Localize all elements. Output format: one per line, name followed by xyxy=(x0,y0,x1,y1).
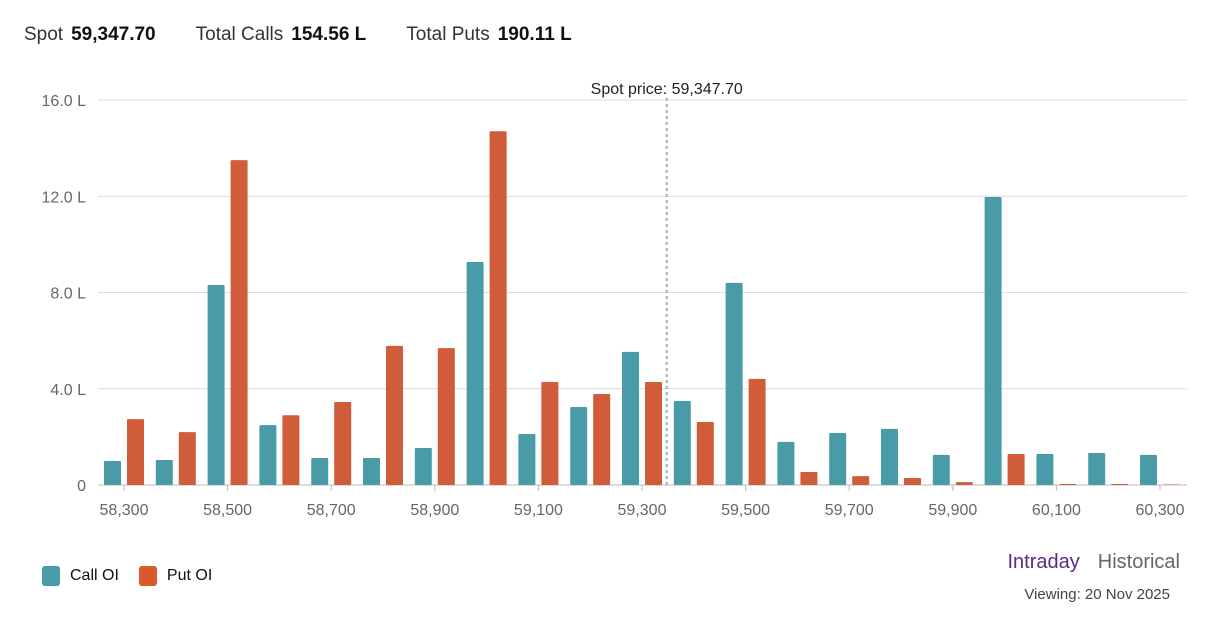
put-bar xyxy=(334,401,352,485)
call-bar xyxy=(363,458,380,485)
call-bar xyxy=(777,441,795,485)
legend-put[interactable]: Put OI xyxy=(138,566,213,586)
x-tick-label: 59,900 xyxy=(928,502,977,519)
put-bar xyxy=(230,160,248,485)
put-bar xyxy=(748,378,766,485)
put-bar xyxy=(1111,484,1129,485)
put-bar xyxy=(127,419,144,485)
call-bar xyxy=(932,454,950,485)
call-swatch xyxy=(42,566,60,586)
put-bar xyxy=(904,478,921,485)
call-bar xyxy=(881,428,898,485)
call-bar xyxy=(518,433,536,485)
call-bar xyxy=(104,460,121,485)
put-bar xyxy=(696,421,714,485)
put-bar xyxy=(645,382,662,485)
put-bar xyxy=(1059,484,1077,485)
call-bar xyxy=(1140,454,1157,485)
call-bar xyxy=(725,282,743,485)
call-bar xyxy=(1036,453,1054,485)
x-tick-label: 59,100 xyxy=(514,502,563,519)
put-bar xyxy=(852,476,870,485)
call-bar xyxy=(311,458,329,485)
x-tick-label: 58,900 xyxy=(410,502,459,519)
put-bar xyxy=(800,472,818,485)
put-bar xyxy=(386,345,403,485)
call-bar xyxy=(466,261,484,485)
call-bar xyxy=(1088,452,1106,485)
call-bar xyxy=(622,351,639,485)
x-tick-label: 59,300 xyxy=(618,502,667,519)
x-tick-label: 60,300 xyxy=(1136,502,1185,519)
put-bar xyxy=(437,348,455,485)
put-bar xyxy=(489,131,507,485)
y-tick-label: 16.0 L xyxy=(42,93,87,110)
mode-toggle: Intraday Historical xyxy=(989,551,1180,574)
put-bar xyxy=(955,482,973,485)
x-tick-label: 59,700 xyxy=(825,502,874,519)
y-tick-label: 4.0 L xyxy=(50,382,86,399)
legend-call-label: Call OI xyxy=(70,567,119,585)
put-bar xyxy=(593,394,611,485)
x-tick-label: 58,700 xyxy=(307,502,356,519)
put-bar xyxy=(541,382,559,485)
legend-call[interactable]: Call OI xyxy=(42,566,119,586)
put-swatch xyxy=(138,566,157,586)
call-bar xyxy=(570,407,588,485)
x-tick-label: 60,100 xyxy=(1032,502,1081,519)
viewing-date: Viewing: 20 Nov 2025 xyxy=(1024,586,1170,603)
call-bar xyxy=(673,401,691,485)
x-tick-label: 59,500 xyxy=(721,502,770,519)
y-tick-label: 12.0 L xyxy=(42,189,87,206)
y-tick-label: 0 xyxy=(77,478,86,495)
x-tick-label: 58,300 xyxy=(100,502,149,519)
call-bar xyxy=(207,285,225,485)
intraday-tab[interactable]: Intraday xyxy=(1007,551,1079,573)
legend: Call OI Put OI xyxy=(42,566,212,586)
oi-chart: 0 4.0 L 8.0 L 12.0 L 16.0 L 58,300 58,500 58,70… xyxy=(42,81,1187,519)
put-bar xyxy=(178,432,196,485)
spot-annotation: Spot price: 59,347.70 xyxy=(591,81,743,98)
call-bar xyxy=(829,433,847,485)
legend-put-label: Put OI xyxy=(166,567,213,585)
x-tick-label: 58,500 xyxy=(203,502,252,519)
put-bar xyxy=(282,415,300,485)
call-bar xyxy=(155,459,173,485)
call-bar xyxy=(984,196,1002,486)
historical-tab[interactable]: Historical xyxy=(1098,551,1180,573)
call-bar xyxy=(414,447,432,485)
call-bar xyxy=(259,425,277,485)
y-tick-label: 8.0 L xyxy=(50,286,86,303)
put-bar xyxy=(1007,453,1025,485)
